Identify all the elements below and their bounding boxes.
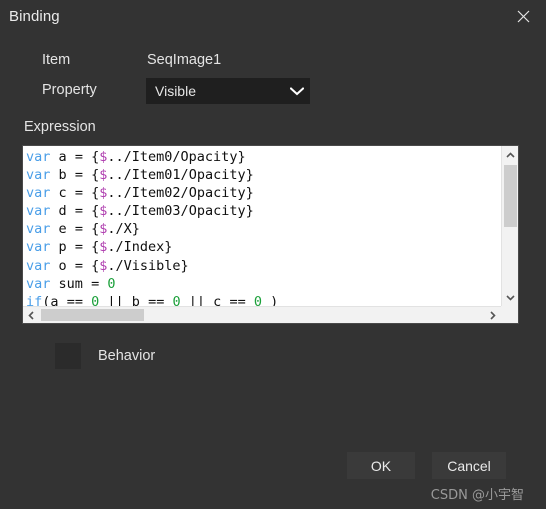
window-title: Binding — [9, 8, 60, 25]
code-line: var e = {$./X} — [26, 221, 140, 238]
title-bar: Binding — [0, 0, 546, 40]
expression-label: Expression — [24, 119, 96, 135]
vertical-scrollbar[interactable] — [501, 146, 518, 306]
close-icon — [517, 10, 530, 23]
expression-editor[interactable]: var a = {$../Item0/Opacity} var b = {$../… — [22, 145, 519, 324]
watermark: CSDN @小宇智 — [430, 488, 524, 503]
code-line: var p = {$./Index} — [26, 239, 173, 256]
code-line: if(a == 0 || b == 0 || c == 0 ) — [26, 293, 279, 306]
code-line: var a = {$../Item0/Opacity} — [26, 149, 246, 165]
close-button[interactable] — [500, 0, 546, 33]
code-viewport[interactable]: var a = {$../Item0/Opacity} var b = {$../… — [23, 146, 501, 306]
chevron-down-icon[interactable] — [502, 289, 518, 306]
behavior-checkbox[interactable] — [55, 343, 81, 369]
behavior-row: Behavior — [55, 343, 155, 369]
code-line: var sum = 0 — [26, 275, 116, 292]
horizontal-scrollbar-thumb[interactable] — [41, 309, 144, 321]
ok-button[interactable]: OK — [347, 452, 415, 479]
code-line: var b = {$../Item01/Opacity} — [26, 167, 254, 184]
property-select[interactable]: Visible — [146, 78, 310, 104]
item-value: SeqImage1 — [147, 52, 222, 68]
code-text[interactable]: var a = {$../Item0/Opacity} var b = {$../… — [23, 146, 501, 306]
chevron-up-icon[interactable] — [502, 146, 518, 163]
binding-dialog: Binding Item SeqImage1 Property Visible … — [0, 0, 546, 509]
code-line: var c = {$../Item02/Opacity} — [26, 185, 254, 202]
horizontal-scrollbar[interactable] — [23, 306, 501, 323]
item-label: Item — [42, 52, 71, 68]
scrollbar-corner — [501, 306, 518, 323]
code-line: var d = {$../Item03/Opacity} — [26, 203, 254, 220]
code-line: var o = {$./Visible} — [26, 257, 189, 274]
property-selected-value: Visible — [155, 83, 196, 99]
behavior-label: Behavior — [98, 348, 156, 364]
cancel-button[interactable]: Cancel — [432, 452, 506, 479]
chevron-down-icon — [284, 86, 310, 96]
property-label: Property — [42, 82, 97, 98]
chevron-left-icon[interactable] — [23, 307, 39, 323]
chevron-right-icon[interactable] — [485, 307, 501, 323]
vertical-scrollbar-thumb[interactable] — [504, 165, 517, 227]
